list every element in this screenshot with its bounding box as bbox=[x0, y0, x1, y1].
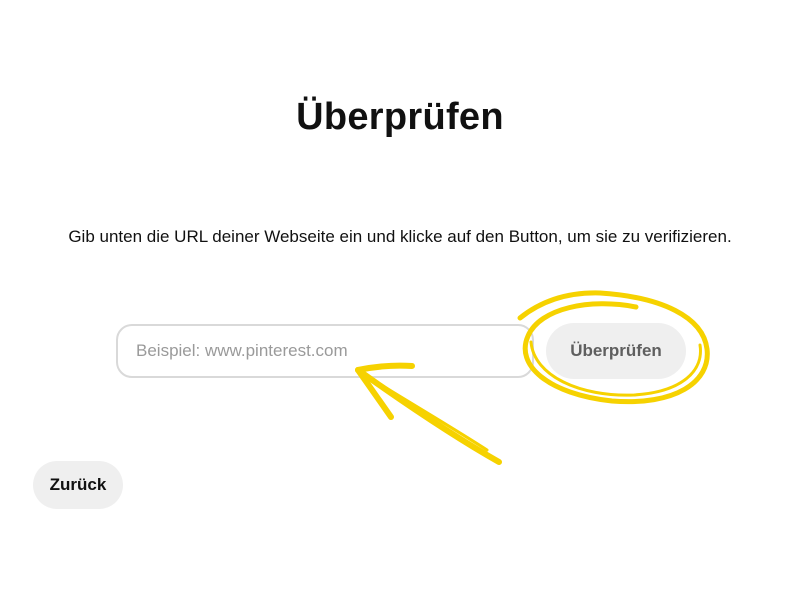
page-title: Überprüfen bbox=[296, 96, 504, 138]
verify-button[interactable]: Überprüfen bbox=[546, 323, 686, 379]
back-button[interactable]: Zurück bbox=[33, 461, 123, 509]
annotation-overlay bbox=[355, 290, 710, 465]
hand-drawn-arrow-icon bbox=[355, 362, 502, 465]
website-url-input[interactable] bbox=[116, 324, 534, 378]
page-description: Gib unten die URL deiner Webseite ein un… bbox=[68, 227, 732, 246]
verify-website-page: Überprüfen Gib unten die URL deiner Webs… bbox=[0, 0, 800, 600]
